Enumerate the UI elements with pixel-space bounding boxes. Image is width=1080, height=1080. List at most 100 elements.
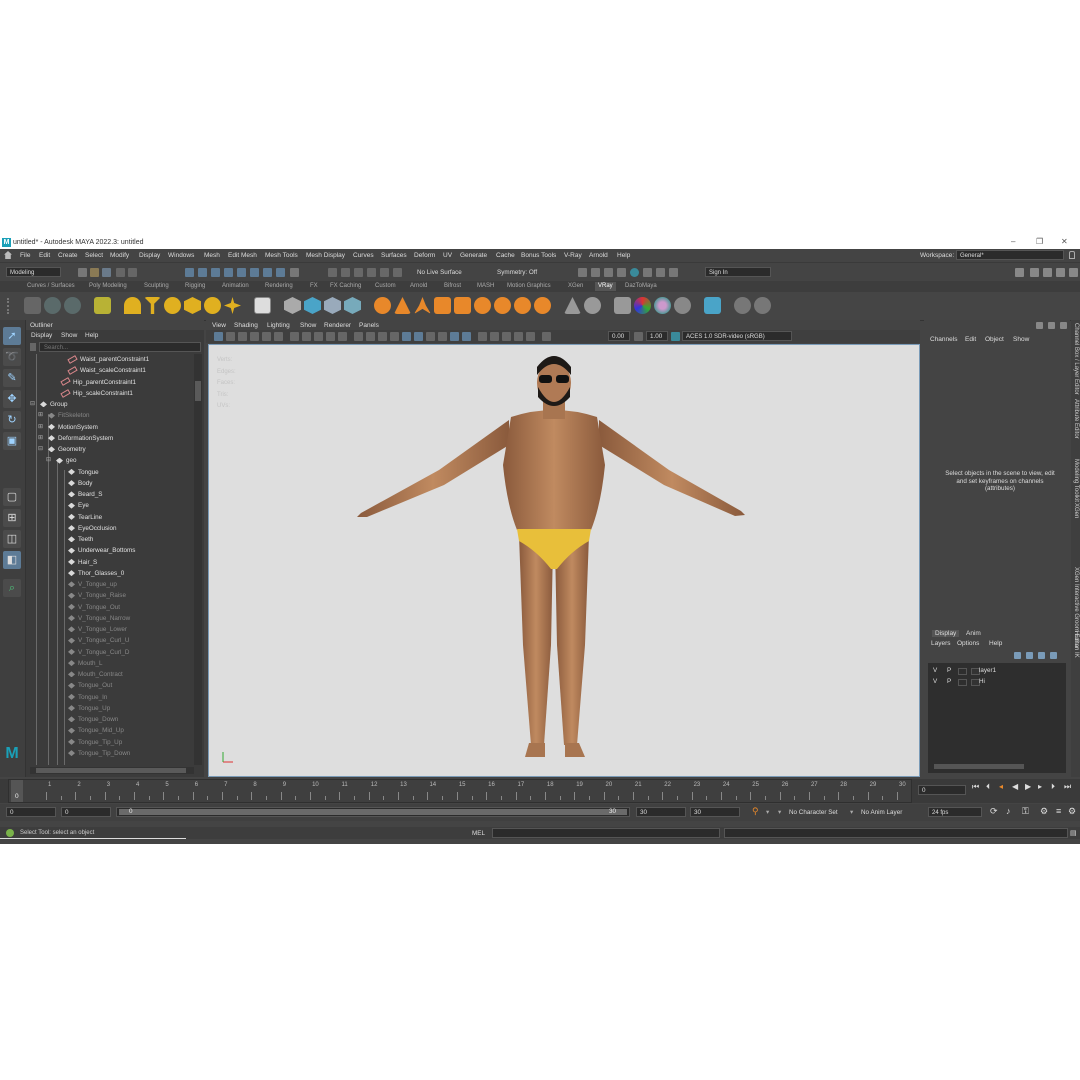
new-scene-icon[interactable] — [78, 268, 87, 277]
textured-icon[interactable] — [414, 332, 423, 341]
arnold-render-icon[interactable] — [656, 268, 665, 277]
outliner-row[interactable]: Mouth_L — [68, 658, 103, 669]
render-settings-icon[interactable] — [617, 268, 626, 277]
select-hierarchy-icon[interactable] — [185, 268, 194, 277]
bookmarks-icon[interactable] — [238, 332, 247, 341]
collapse-icon[interactable]: ⊟ — [38, 444, 43, 455]
mode-dropdown[interactable]: Modeling — [6, 267, 61, 277]
new-layer-icon[interactable] — [1038, 652, 1045, 659]
outliner-row[interactable]: V_Tongue_up — [68, 579, 117, 590]
tab-xgen-groom-editor[interactable]: XGen Interactive Groom Editor — [1073, 567, 1079, 649]
select-multi-icon[interactable] — [276, 268, 285, 277]
playback-end-field[interactable]: 30 — [636, 807, 686, 817]
layer-hscrollbar-thumb[interactable] — [934, 764, 1024, 769]
image-plane-icon[interactable] — [250, 332, 259, 341]
menu-curves[interactable]: Curves — [353, 252, 374, 259]
outliner-row[interactable]: Mouth_Contract — [68, 669, 123, 680]
vray-mtl-override-icon[interactable] — [474, 297, 491, 314]
home-icon[interactable] — [4, 251, 12, 259]
anim-layer-label[interactable]: No Anim Layer — [861, 809, 902, 816]
snap-plane-icon[interactable] — [367, 268, 376, 277]
layer-menu-layers[interactable]: Layers — [931, 640, 951, 647]
maximize-button[interactable]: ❐ — [1036, 237, 1043, 246]
collapse-icon[interactable]: ⊟ — [46, 455, 51, 466]
workspace-camera-icon[interactable] — [1015, 268, 1024, 277]
vray-material-icon[interactable] — [94, 297, 111, 314]
shelf-handle-icon[interactable] — [7, 298, 15, 314]
go-to-start-icon[interactable]: ⏮ — [972, 782, 979, 792]
layer-tab-display[interactable]: Display — [932, 630, 960, 637]
menu-modify[interactable]: Modify — [110, 252, 129, 259]
expand-icon[interactable]: ⊞ — [38, 422, 43, 433]
menu-vray[interactable]: V-Ray — [564, 252, 582, 259]
vray-help-icon[interactable] — [734, 297, 751, 314]
shelf-tab-mash[interactable]: MASH — [477, 283, 494, 289]
attribute-editor-icon[interactable] — [1043, 268, 1052, 277]
channel-box-option-icon[interactable] — [1036, 322, 1043, 329]
settings-icon[interactable]: ⚙ — [1068, 806, 1076, 817]
go-to-end-icon[interactable]: ⏭ — [1064, 782, 1071, 792]
paint-select-tool-icon[interactable]: ✎ — [3, 369, 21, 387]
outliner-row[interactable]: ⊟ geo — [46, 455, 77, 466]
outliner-row[interactable]: V_Tongue_Out — [68, 602, 120, 613]
vray-multimatte-icon[interactable] — [654, 297, 671, 314]
mel-label[interactable]: MEL — [472, 830, 485, 837]
outliner-menu-help[interactable]: Help — [85, 332, 98, 339]
tab-attribute-editor[interactable]: Attribute Editor — [1073, 399, 1079, 463]
vray-light-mesh-icon[interactable] — [184, 297, 201, 314]
outliner-hscrollbar[interactable] — [30, 767, 194, 774]
step-back-frame-icon[interactable]: ⏴ — [986, 782, 990, 792]
layer-visibility-toggle[interactable]: V — [933, 676, 937, 687]
move-layer-down-icon[interactable] — [1026, 652, 1033, 659]
play-forwards-icon[interactable]: ▶ — [1025, 782, 1031, 791]
four-view-icon[interactable]: ⊞ — [3, 509, 21, 527]
anti-aliasing-icon[interactable] — [478, 332, 487, 341]
viewport-menu-lighting[interactable]: Lighting — [267, 322, 290, 329]
layer-type-toggle[interactable] — [958, 679, 967, 686]
layer-type-toggle[interactable] — [958, 668, 967, 675]
viewport-menu-view[interactable]: View — [212, 322, 226, 329]
outliner-row[interactable]: Underwear_Bottoms — [68, 545, 135, 556]
tab-xgen[interactable]: XGen — [1073, 503, 1079, 567]
shelf-tab-daztomaya[interactable]: DazToMaya — [625, 283, 657, 289]
3d-viewport[interactable]: Verts: Edges: Faces: Tris: UVs: — [208, 344, 920, 777]
vray-render-elements-icon[interactable] — [454, 297, 471, 314]
field-chart-icon[interactable] — [338, 332, 347, 341]
script-editor-icon[interactable]: ▤ — [1070, 829, 1077, 837]
outliner-row[interactable]: V_Tongue_Narrow — [68, 613, 130, 624]
film-gate-icon[interactable] — [302, 332, 311, 341]
vray-gear-icon[interactable] — [674, 297, 691, 314]
viewport-menu-renderer[interactable]: Renderer — [324, 322, 351, 329]
outliner-row[interactable]: Tongue_Tip_Down — [68, 748, 130, 759]
shelf-tab-motion-graphics[interactable]: Motion Graphics — [507, 283, 551, 289]
shelf-tab-vray[interactable]: VRay — [595, 282, 616, 291]
modeling-toolkit-icon[interactable] — [1030, 268, 1039, 277]
lock-selection-icon[interactable] — [290, 268, 299, 277]
live-surface-label[interactable]: No Live Surface — [417, 269, 462, 276]
layer-row[interactable]: V P layer1 — [928, 665, 1066, 676]
step-back-key-icon[interactable]: ◂ — [999, 782, 1003, 791]
safe-title-icon[interactable] — [366, 332, 375, 341]
menu-windows[interactable]: Windows — [168, 252, 194, 259]
step-forward-key-icon[interactable]: ▸ — [1038, 782, 1042, 791]
layer-name[interactable]: layer1 — [979, 665, 996, 676]
tab-human-ik[interactable]: Human IK — [1073, 631, 1079, 695]
outliner-menu-display[interactable]: Display — [31, 332, 52, 339]
rotate-tool-icon[interactable]: ↻ — [3, 411, 21, 429]
vray-sun-icon[interactable] — [224, 297, 241, 314]
two-view-icon[interactable]: ◫ — [3, 530, 21, 548]
lasso-tool-icon[interactable]: ➰ — [3, 348, 21, 366]
outliner-row[interactable]: Thor_Glasses_0 — [68, 568, 124, 579]
menu-bonus-tools[interactable]: Bonus Tools — [521, 252, 556, 259]
outliner-row[interactable]: EyeOcclusion — [68, 523, 117, 534]
menu-help[interactable]: Help — [617, 252, 630, 259]
snap-grid-icon[interactable] — [328, 268, 337, 277]
hypershade-icon[interactable] — [630, 268, 639, 277]
select-component-icon[interactable] — [211, 268, 220, 277]
open-scene-icon[interactable] — [90, 268, 99, 277]
vray-light-ies-icon[interactable] — [204, 297, 221, 314]
vray-light-spot-icon[interactable] — [144, 297, 161, 314]
layer-name[interactable]: Hi — [979, 676, 985, 687]
gamma-icon[interactable] — [634, 332, 643, 341]
outliner-row[interactable]: Body — [68, 478, 92, 489]
